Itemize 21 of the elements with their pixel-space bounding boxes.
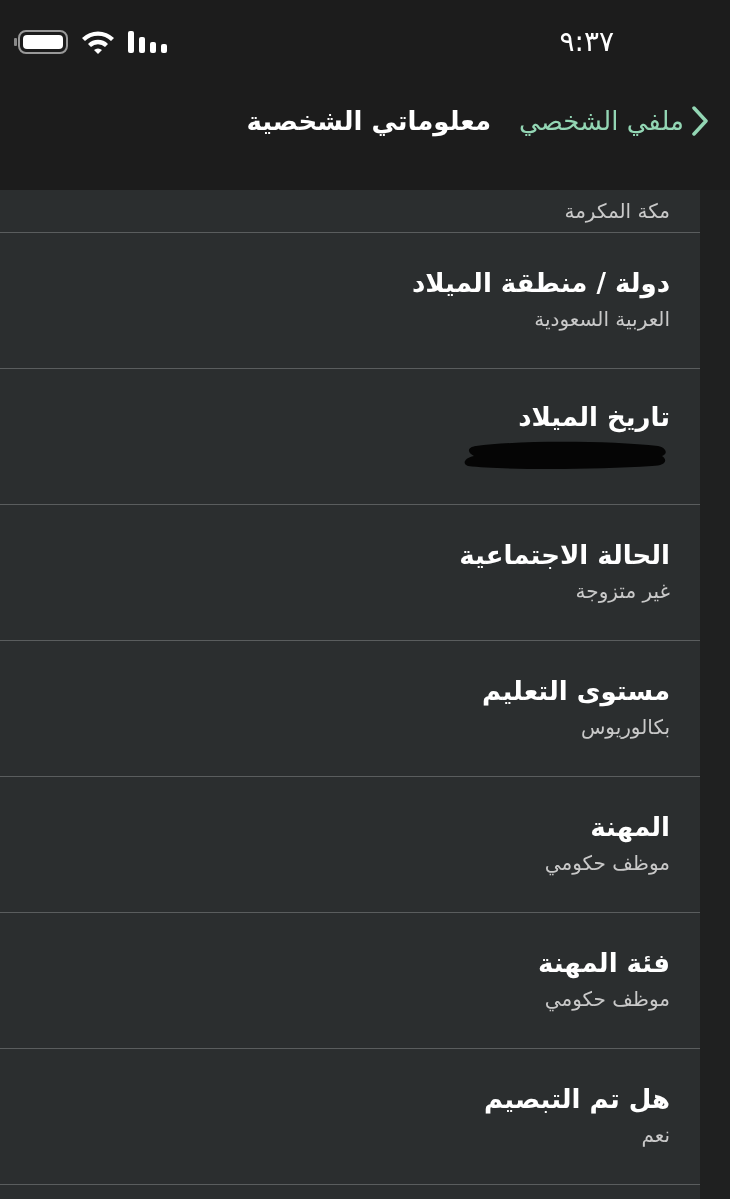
field-value: غير متزوجة xyxy=(575,577,670,605)
field-label: المهنة xyxy=(590,811,670,844)
field-label: الحالة الاجتماعية xyxy=(459,539,670,572)
signal-icon xyxy=(126,29,170,55)
status-time: ٩:٣٧ xyxy=(559,24,614,60)
wifi-icon xyxy=(80,29,116,55)
battery-icon xyxy=(12,29,70,55)
field-label: فئة المهنة xyxy=(537,947,670,980)
field-value: موظف حكومي xyxy=(544,849,670,878)
field-label: تاريخ الميلاد xyxy=(518,401,670,434)
back-chevron-icon xyxy=(692,106,708,136)
field-value: العربية السعودية xyxy=(534,305,670,333)
back-button[interactable]: ملفي الشخصي xyxy=(519,101,708,141)
field-label: دولة / منطقة الميلاد xyxy=(412,267,670,300)
page-title: معلوماتي الشخصية xyxy=(246,104,492,139)
field-value: مكة المكرمة xyxy=(564,198,670,225)
field-label: مستوى التعليم xyxy=(482,675,670,708)
field-value: بكالوريوس xyxy=(580,713,670,741)
field-value: نعم xyxy=(641,1121,670,1149)
field-label: هل تم التبصيم xyxy=(484,1083,670,1116)
field-value: موظف حكومي xyxy=(544,985,670,1014)
